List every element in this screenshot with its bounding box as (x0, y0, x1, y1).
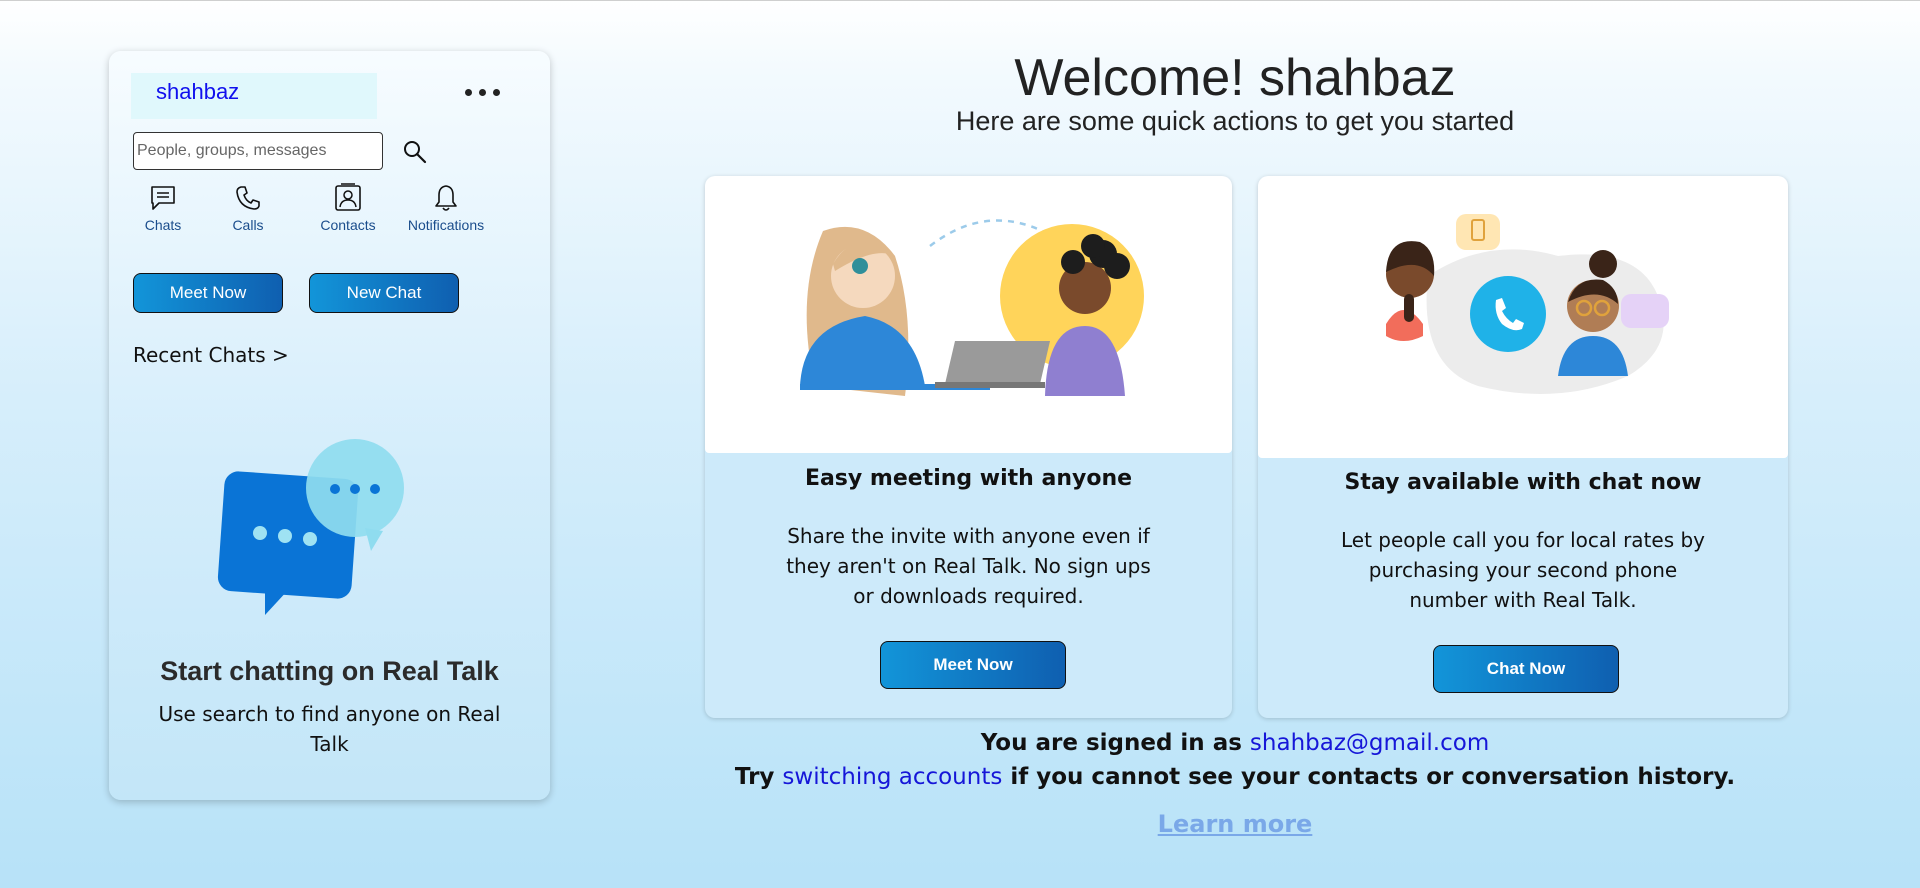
chat-icon (151, 186, 175, 210)
bell-icon (435, 185, 457, 211)
switch-accounts-link[interactable]: switching accounts (782, 764, 1002, 790)
account-email[interactable]: shahbaz@gmail.com (1250, 730, 1489, 756)
nav-chats[interactable]: Chats (132, 183, 194, 233)
card-title: Easy meeting with anyone (804, 466, 1133, 491)
meet-now-card-button[interactable]: Meet Now (880, 641, 1066, 689)
meeting-illustration (800, 219, 1144, 396)
card-text: Share the invite with anyone even if the… (786, 524, 1151, 608)
nav-label: Calls (232, 217, 264, 233)
nav-label: Contacts (320, 217, 376, 233)
welcome-subtitle: Here are some quick actions to get you s… (955, 106, 1515, 136)
nav-notifications[interactable]: Notifications (405, 183, 487, 233)
try-suffix: if you cannot see your contacts or conve… (1010, 764, 1736, 790)
empty-state-subtitle: Use search to find anyone on Real Talk (158, 702, 501, 756)
user-chip[interactable]: shahbaz (131, 73, 377, 119)
switch-accounts-line: Try switching accounts if you cannot see… (700, 764, 1770, 790)
nav-calls[interactable]: Calls (217, 183, 279, 233)
learn-more-link[interactable]: Learn more (700, 810, 1770, 838)
new-chat-button[interactable]: New Chat (309, 273, 459, 313)
more-dot (465, 89, 472, 96)
chat-now-card-button[interactable]: Chat Now (1433, 645, 1619, 693)
search-icon[interactable] (402, 139, 428, 165)
nav-contacts[interactable]: Contacts (312, 183, 384, 233)
contacts-icon (335, 183, 361, 211)
more-options-button[interactable] (465, 85, 501, 99)
meet-now-button[interactable]: Meet Now (133, 273, 283, 313)
card-text: Let people call you for local rates by p… (1340, 528, 1706, 612)
card-image (1258, 176, 1788, 458)
more-dot (479, 89, 486, 96)
recent-chats-link[interactable]: Recent Chats > (133, 343, 289, 367)
chat-card: Stay available with chat now Let people … (1258, 176, 1788, 718)
chat-now-illustration (1386, 214, 1669, 394)
signed-in-line: You are signed in as shahbaz@gmail.com (700, 730, 1770, 756)
meeting-card: Easy meeting with anyone Share the invit… (705, 176, 1232, 718)
signed-in-prefix: You are signed in as (980, 730, 1242, 756)
search-input[interactable] (133, 132, 383, 170)
phone-icon (236, 186, 260, 210)
chat-bubbles-illustration (217, 439, 404, 615)
nav-label: Chats (144, 217, 182, 233)
more-dot (493, 89, 500, 96)
welcome-title: Welcome! shahbaz (1014, 49, 1456, 107)
sidebar: shahbaz Chats Calls Contacts (109, 51, 550, 800)
user-name: shahbaz (156, 79, 240, 104)
card-image (705, 176, 1232, 453)
empty-state-title: Start chatting on Real Talk (160, 656, 499, 686)
top-border (0, 0, 1920, 1)
nav-label: Notifications (407, 217, 485, 233)
card-title: Stay available with chat now (1344, 470, 1702, 495)
try-prefix: Try (734, 764, 775, 790)
